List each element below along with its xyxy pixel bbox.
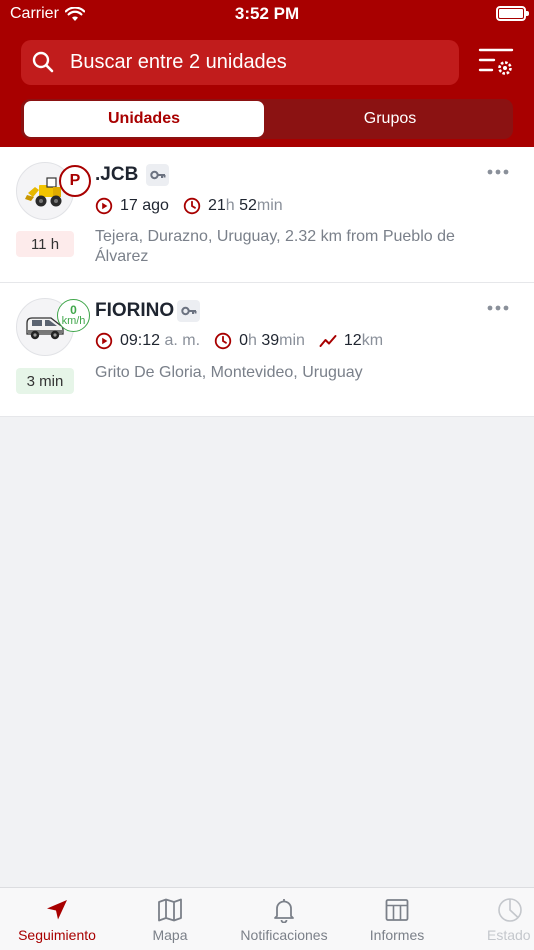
tab-grupos[interactable]: Grupos — [270, 101, 510, 137]
tab-estado[interactable]: Estado — [485, 888, 534, 950]
tab-label: Notificaciones — [240, 927, 328, 943]
tab-informes[interactable]: Informes — [366, 888, 428, 950]
unit-meta: 09:12 a. m. 0h 39 min 12 km — [95, 330, 397, 352]
search-input[interactable]: Buscar entre 2 unidades — [21, 40, 459, 85]
list-item[interactable]: 0 km/h 3 min FIORINO 09:12 a. m. 0h 39 mi… — [0, 283, 534, 417]
unit-meta: 17 ago 21 h 52 min — [95, 195, 297, 217]
bottom-tab-bar: Seguimiento Mapa Notificaciones Informes… — [0, 887, 534, 950]
duration-hours: 0 — [239, 332, 248, 349]
duration-hours: 21 — [207, 197, 226, 214]
tab-mapa[interactable]: Mapa — [140, 888, 200, 950]
hours-unit: h — [247, 332, 257, 349]
am-pm-label: a. m. — [164, 332, 201, 349]
unit-address: Tejera, Durazno, Uruguay, 2.32 km from P… — [95, 228, 455, 265]
header: Carrier 3:52 PM Buscar entre 2 unidades … — [0, 0, 534, 147]
last-message-time: 09:12 — [120, 332, 161, 349]
search-placeholder: Buscar entre 2 unidades — [70, 51, 287, 73]
unit-address: Grito De Gloria, Montevideo, Uruguay — [95, 364, 363, 381]
speed-unit: km/h — [61, 314, 86, 327]
search-icon — [32, 51, 54, 73]
units-list: P 11 h .JCB 17 ago 21 h 52 min Tejera, Dur… — [0, 147, 534, 417]
filter-settings-icon[interactable] — [478, 45, 514, 79]
duration-minutes: 52 — [239, 197, 257, 214]
tab-seguimiento[interactable]: Seguimiento — [14, 888, 100, 950]
key-icon — [177, 300, 200, 322]
speed-badge: 0 km/h — [57, 299, 90, 332]
tab-label: Estado — [487, 927, 531, 943]
unit-name: FIORINO — [95, 300, 175, 321]
status-bar: Carrier 3:52 PM — [0, 0, 534, 30]
play-circle-icon — [95, 197, 113, 215]
clock-icon — [183, 197, 201, 215]
more-options-icon[interactable] — [487, 168, 509, 176]
status-time: 3:52 PM — [234, 4, 300, 23]
distance-value: 12 — [343, 332, 362, 349]
last-message-time: 17 ago — [120, 197, 169, 214]
tab-label: Informes — [369, 927, 425, 943]
tab-label: Seguimiento — [18, 927, 96, 943]
minutes-unit: min — [279, 332, 305, 349]
battery-icon — [496, 6, 529, 21]
key-icon — [146, 164, 169, 186]
distance-unit: km — [361, 332, 384, 349]
duration-minutes: 39 — [261, 332, 280, 349]
map-icon — [158, 898, 182, 922]
speed-value: 0 — [70, 302, 77, 317]
table-icon — [385, 899, 409, 921]
play-circle-icon — [95, 332, 113, 350]
tab-unidades[interactable]: Unidades — [24, 101, 264, 137]
tab-label: Mapa — [152, 927, 188, 943]
clock-icon — [214, 332, 232, 350]
segmented-control: Unidades Grupos — [21, 99, 513, 139]
bell-icon — [274, 899, 294, 923]
age-badge: 11 h — [16, 231, 74, 257]
minutes-unit: min — [256, 197, 283, 214]
pie-icon — [498, 898, 522, 922]
parked-badge: P — [59, 165, 91, 197]
trend-line-icon — [319, 335, 337, 347]
hours-unit: h — [225, 197, 235, 214]
list-item[interactable]: P 11 h .JCB 17 ago 21 h 52 min Tejera, Dur… — [0, 147, 534, 283]
unit-name: .JCB — [95, 164, 139, 185]
navigation-arrow-icon — [47, 900, 67, 920]
more-options-icon[interactable] — [487, 304, 509, 312]
age-badge: 3 min — [16, 368, 74, 394]
tab-notificaciones[interactable]: Notificaciones — [235, 888, 333, 950]
